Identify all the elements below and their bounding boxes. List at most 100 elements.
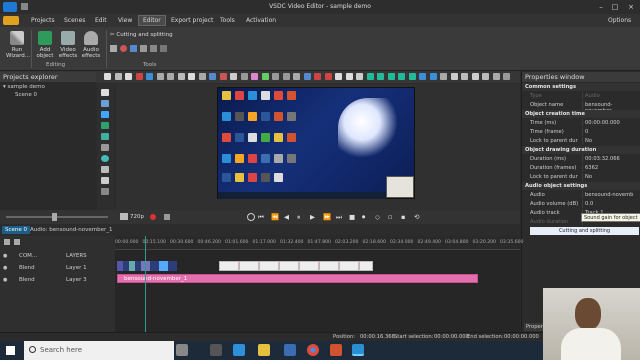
editor-tool-icon[interactable]	[156, 73, 164, 80]
editor-tool-icon[interactable]	[293, 73, 300, 80]
timeline-layer-row[interactable]: ● COM... LAYERS	[0, 250, 115, 262]
property-value[interactable]: 00:00:00.000	[585, 120, 620, 126]
windows-start-icon[interactable]	[6, 346, 15, 355]
editor-tool-icon[interactable]	[482, 73, 489, 80]
fast-forward-icon[interactable]: ⏩	[323, 213, 331, 221]
align-icon[interactable]	[150, 45, 157, 52]
menu-editor[interactable]: Editor	[138, 15, 166, 26]
editor-tool-icon[interactable]	[188, 73, 195, 80]
taskbar-search-input[interactable]: Search here	[24, 341, 174, 360]
editor-tool-icon[interactable]	[219, 73, 227, 80]
editor-tool-icon[interactable]	[104, 73, 111, 80]
timeline-tracks[interactable]: bensound-november_1	[115, 236, 520, 332]
record-button-icon[interactable]: ⏺	[362, 213, 365, 222]
rotate-icon[interactable]	[120, 45, 127, 52]
run-wizard-button[interactable]: Run Wizard...	[6, 31, 30, 59]
audio-effects-button[interactable]: Audio effects	[80, 31, 102, 59]
editor-tool-icon[interactable]	[146, 73, 153, 80]
property-section[interactable]: Object creation time	[522, 110, 640, 118]
maximize-button[interactable]: □	[610, 2, 620, 12]
timeline-layer-row[interactable]: ● Blend Layer 1	[0, 262, 115, 274]
layer-blend-mode[interactable]: Blend	[19, 277, 35, 283]
options-button[interactable]: Options	[608, 17, 631, 24]
vsdc-taskbar-icon[interactable]	[352, 344, 364, 356]
property-row[interactable]: Duration (frames) 6362	[522, 164, 640, 172]
skip-end-icon[interactable]: ⏭	[336, 213, 342, 222]
editor-tool-icon[interactable]	[167, 73, 174, 80]
image-icon[interactable]	[101, 122, 109, 129]
layer-blend-mode[interactable]: Blend	[19, 265, 35, 271]
editor-tool-icon[interactable]	[450, 73, 458, 80]
audio-clip[interactable]: bensound-november_1	[117, 274, 478, 283]
editor-tool-icon[interactable]	[272, 73, 279, 80]
property-value[interactable]: bensound-novemb	[585, 192, 633, 198]
editor-tool-icon[interactable]	[419, 73, 426, 80]
play-icon[interactable]: ▶	[310, 213, 315, 221]
loop-icon[interactable]: ⟲	[414, 213, 419, 221]
editor-tool-icon[interactable]	[303, 73, 311, 80]
edge-icon[interactable]	[233, 344, 245, 356]
chart-icon[interactable]	[101, 188, 109, 195]
editor-tool-icon[interactable]	[366, 73, 374, 80]
move-tool-icon[interactable]	[101, 166, 109, 173]
menu-activation[interactable]: Activation	[246, 17, 276, 24]
editor-tool-icon[interactable]	[461, 73, 468, 80]
shape-icon[interactable]	[101, 144, 109, 151]
video-clip[interactable]	[117, 261, 177, 271]
editor-tool-icon[interactable]	[356, 73, 363, 80]
playhead[interactable]	[145, 236, 146, 332]
letter-t-icon[interactable]	[101, 177, 109, 184]
cutting-splitting-panel-button[interactable]: Cutting and splitting	[530, 227, 639, 235]
add-layer-icon[interactable]	[4, 239, 10, 245]
close-button[interactable]: ×	[626, 2, 636, 12]
cutting-splitting-button[interactable]: ✂ Cutting and splitting	[110, 32, 173, 38]
timeline-ruler[interactable]: 00:00.000 00:15.100 00:30.600 00:46.200 01:0…	[115, 236, 523, 250]
property-section[interactable]: Object drawing duration	[522, 146, 640, 154]
split-icon[interactable]: ▫	[388, 213, 392, 221]
editor-tool-icon[interactable]	[471, 73, 479, 80]
powerpoint-icon[interactable]	[330, 344, 342, 356]
tab-scene[interactable]: Scene 0	[2, 226, 31, 234]
editor-tool-icon[interactable]	[198, 73, 206, 80]
mic-icon[interactable]	[176, 344, 188, 356]
editor-tool-icon[interactable]	[230, 73, 237, 80]
editor-tool-icon[interactable]	[282, 73, 290, 80]
menu-view[interactable]: View	[118, 17, 132, 24]
editor-tool-icon[interactable]	[314, 73, 321, 80]
ellipse-icon[interactable]	[101, 155, 109, 162]
pointer-icon[interactable]	[101, 89, 109, 96]
property-row[interactable]: Duration (ms) 00:03:32.066	[522, 155, 640, 163]
marker-add-icon[interactable]: ◇	[375, 213, 380, 221]
eye-icon[interactable]: ●	[3, 253, 7, 259]
skip-start-icon[interactable]: ⏮	[258, 213, 264, 222]
zoom-slider-handle[interactable]	[52, 213, 57, 221]
text-icon[interactable]	[101, 111, 109, 118]
editor-tool-icon[interactable]	[345, 73, 353, 80]
menu-edit[interactable]: Edit	[95, 17, 107, 24]
editor-tool-icon[interactable]	[324, 73, 332, 80]
property-value[interactable]: 0.0	[585, 201, 593, 207]
tab-audio[interactable]: Audio: bensound-november_1	[30, 227, 113, 233]
video-effects-button[interactable]: Video effects	[57, 31, 79, 59]
video-preview[interactable]	[217, 87, 415, 199]
chrome-icon[interactable]	[307, 344, 319, 356]
property-section[interactable]: Common settings	[522, 83, 640, 91]
record-icon[interactable]	[150, 214, 156, 220]
minimize-button[interactable]: –	[596, 2, 606, 12]
property-row[interactable]: Lock to parent dur No	[522, 137, 640, 145]
rewind-icon[interactable]: ⏪	[271, 213, 279, 221]
flip-icon[interactable]	[130, 45, 137, 52]
editor-tool-icon[interactable]	[335, 73, 342, 80]
eye-icon[interactable]: ●	[3, 277, 7, 283]
menu-export-project[interactable]: Export project	[171, 17, 213, 24]
editor-tool-icon[interactable]	[114, 73, 122, 80]
layer-blend-mode[interactable]: COM...	[19, 253, 37, 259]
property-row[interactable]: Audio bensound-novemb	[522, 191, 640, 199]
store-icon[interactable]	[284, 344, 296, 356]
editor-tool-icon[interactable]	[398, 73, 405, 80]
editor-tool-icon[interactable]	[440, 73, 447, 80]
property-row[interactable]: Time (ms) 00:00:00.000	[522, 119, 640, 127]
tree-item-project[interactable]: ▾ sample demo	[3, 84, 45, 92]
editor-tool-icon[interactable]	[177, 73, 185, 80]
quality-select[interactable]: 720p	[130, 214, 144, 220]
